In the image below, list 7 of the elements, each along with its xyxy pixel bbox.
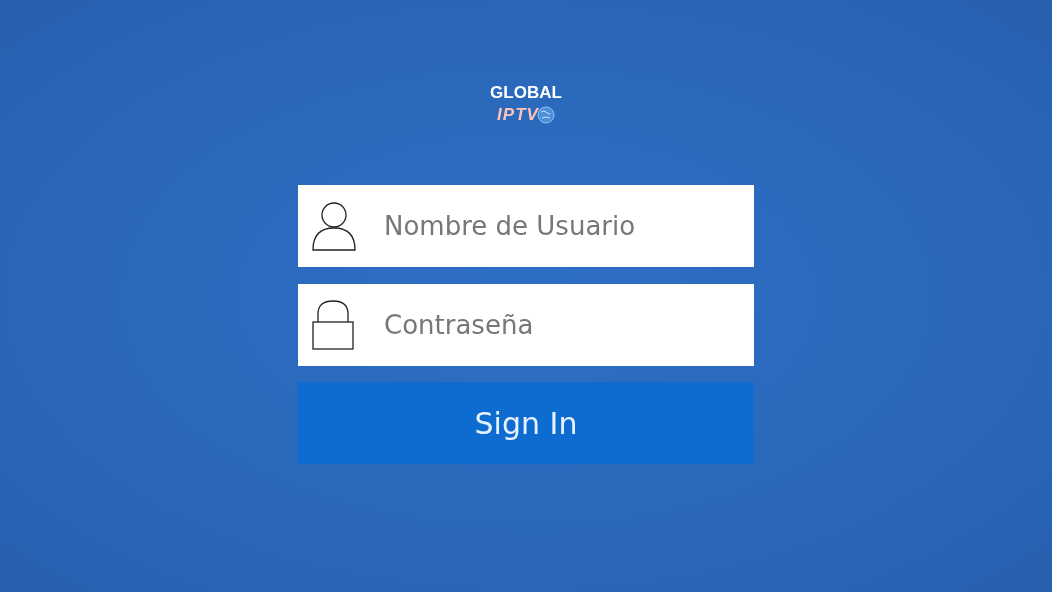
user-icon: [312, 201, 356, 251]
logo-brand-text: IPTV: [497, 105, 539, 125]
lock-icon: [312, 300, 354, 350]
sign-in-button[interactable]: Sign In: [298, 382, 754, 464]
username-field[interactable]: Nombre de Usuario: [298, 185, 754, 267]
password-field[interactable]: Contraseña: [298, 284, 754, 366]
logo-text: GLOBAL: [490, 83, 562, 103]
